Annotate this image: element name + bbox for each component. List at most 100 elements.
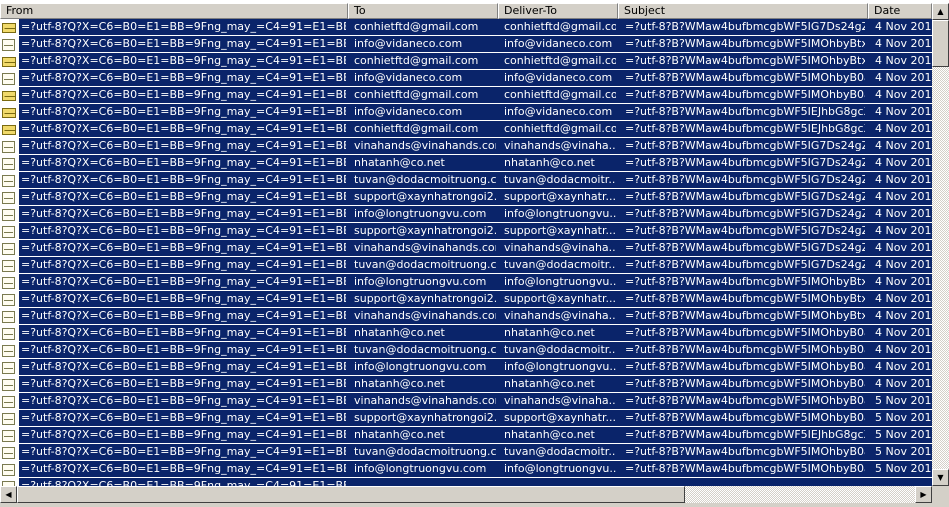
envelope-read-icon [1,191,15,204]
cell-subject: =?utf-8?B?WMaw4bufbmcgbWF5IMOhbyBtxrB... [625,309,865,322]
cell-subject: =?utf-8?B?WMaw4bufbmcgbWF5IMOhbyB0aH... [625,360,865,373]
cell-to: info@longtruongvu.com [354,275,487,288]
message-row[interactable]: =?utf-8?Q?X=C6=B0=E1=BB=9Fng_may_=C4=91=… [0,325,932,342]
message-row[interactable]: =?utf-8?Q?X=C6=B0=E1=BB=9Fng_may_=C4=91=… [0,393,932,410]
envelope-read-icon [1,208,15,221]
vertical-scroll-thumb[interactable] [932,20,949,67]
cell-from: =?utf-8?Q?X=C6=B0=E1=BB=9Fng_may_=C4=91=… [21,377,346,390]
column-header-deliver-to[interactable]: Deliver-To [498,3,618,19]
cell-to: conhietftd@gmail.com [354,88,479,101]
cell-deliver-to: info@longtruongvu... [504,360,616,373]
cell-to: vinahands@vinahands.com [354,139,496,152]
arrow-left-icon: ◀ [5,490,12,499]
cell-from: =?utf-8?Q?X=C6=B0=E1=BB=9Fng_may_=C4=91=… [21,326,346,339]
cell-date: 4 Nov 2015 [875,326,932,339]
message-row[interactable]: =?utf-8?Q?X=C6=B0=E1=BB=9Fng_may_=C4=91=… [0,189,932,206]
cell-deliver-to: nhatanh@co.net [504,377,595,390]
cell-deliver-to: nhatanh@co.net [504,326,595,339]
cell-from: =?utf-8?Q?X=C6=B0=E1=BB=9Fng_may_=C4=91=… [21,394,346,407]
cell-deliver-to: info@vidaneco.com [504,37,613,50]
message-row[interactable]: =?utf-8?Q?X=C6=B0=E1=BB=9Fng_may_=C4=91=… [0,444,932,461]
envelope-read-icon [1,140,15,153]
cell-to: vinahands@vinahands.com [354,241,496,254]
message-row[interactable]: =?utf-8?Q?X=C6=B0=E1=BB=9Fng_may_=C4=91=… [0,376,932,393]
message-row[interactable]: =?utf-8?Q?X=C6=B0=E1=BB=9Fng_may_=C4=91=… [0,172,932,189]
message-row[interactable]: =?utf-8?Q?X=C6=B0=E1=BB=9Fng_may_=C4=91=… [0,223,932,240]
message-row[interactable]: =?utf-8?Q?X=C6=B0=E1=BB=9Fng_may_=C4=91=… [0,359,932,376]
column-header-subject[interactable]: Subject [618,3,868,19]
message-row[interactable]: =?utf-8?Q?X=C6=B0=E1=BB=9Fng_may_=C4=91=… [0,342,932,359]
cell-to: support@xaynhatrongoi2... [354,411,496,424]
envelope-read-icon [1,225,15,238]
arrow-right-icon: ▶ [920,490,927,499]
message-row[interactable]: =?utf-8?Q?X=C6=B0=E1=BB=9Fng_may_=C4=91=… [0,121,932,138]
column-header-from[interactable]: From [0,3,348,19]
message-row[interactable]: =?utf-8?Q?X=C6=B0=E1=BB=9Fng_may_=C4=91=… [0,155,932,172]
cell-date: 4 Nov 2015 [875,292,932,305]
cell-to: nhatanh@co.net [354,156,445,169]
message-row[interactable]: =?utf-8?Q?X=C6=B0=E1=BB=9Fng_may_=C4=91=… [0,19,932,36]
cell-date: 4 Nov 2015 [875,37,932,50]
cell-subject: =?utf-8?B?WMaw4bufbmcgbWF5IG7Ds24gZH... [625,241,865,254]
cell-date: 4 Nov 2015 [875,258,932,271]
cell-to: conhietftd@gmail.com [354,20,479,33]
cell-subject: =?utf-8?B?WMaw4bufbmcgbWF5IG7Ds24gZH... [625,207,865,220]
message-row[interactable]: =?utf-8?Q?X=C6=B0=E1=BB=9Fng_may_=C4=91=… [0,240,932,257]
cell-from: =?utf-8?Q?X=C6=B0=E1=BB=9Fng_may_=C4=91=… [21,139,346,152]
envelope-read-icon [1,344,15,357]
column-header-date[interactable]: Date [868,3,932,19]
cell-to: info@longtruongvu.com [354,462,487,475]
envelope-unread-icon [1,21,16,33]
arrow-down-icon: ▼ [937,473,944,482]
cell-subject [625,479,865,486]
message-row[interactable]: =?utf-8?Q?X=C6=B0=E1=BB=9Fng_may_=C4=91=… [0,87,932,104]
cell-deliver-to: info@vidaneco.com [504,105,613,118]
cell-deliver-to: info@longtruongvu... [504,275,616,288]
cell-deliver-to: conhietftd@gmail.com [504,122,616,135]
message-row[interactable]: =?utf-8?Q?X=C6=B0=E1=BB=9Fng_may_=C4=91=… [0,478,932,486]
envelope-unread-icon [1,89,16,101]
cell-to: nhatanh@co.net [354,377,445,390]
message-row[interactable]: =?utf-8?Q?X=C6=B0=E1=BB=9Fng_may_=C4=91=… [0,308,932,325]
message-row[interactable]: =?utf-8?Q?X=C6=B0=E1=BB=9Fng_may_=C4=91=… [0,274,932,291]
message-row[interactable]: =?utf-8?Q?X=C6=B0=E1=BB=9Fng_may_=C4=91=… [0,291,932,308]
message-row[interactable]: =?utf-8?Q?X=C6=B0=E1=BB=9Fng_may_=C4=91=… [0,70,932,87]
message-row[interactable]: =?utf-8?Q?X=C6=B0=E1=BB=9Fng_may_=C4=91=… [0,206,932,223]
cell-to: nhatanh@co.net [354,326,445,339]
cell-subject: =?utf-8?B?WMaw4bufbmcgbWF5IEJhbG8gcXX... [625,428,865,441]
horizontal-scroll-thumb[interactable] [17,486,685,503]
message-row[interactable]: =?utf-8?Q?X=C6=B0=E1=BB=9Fng_may_=C4=91=… [0,427,932,444]
cell-from: =?utf-8?Q?X=C6=B0=E1=BB=9Fng_may_=C4=91=… [21,445,346,458]
cell-subject: =?utf-8?B?WMaw4bufbmcgbWF5IEJhbG8gcXX... [625,105,865,118]
cell-from: =?utf-8?Q?X=C6=B0=E1=BB=9Fng_may_=C4=91=… [21,156,346,169]
cell-deliver-to: info@longtruongvu... [504,462,616,475]
scroll-left-button[interactable]: ◀ [0,486,17,503]
cell-to: info@vidaneco.com [354,37,463,50]
message-row[interactable]: =?utf-8?Q?X=C6=B0=E1=BB=9Fng_may_=C4=91=… [0,138,932,155]
column-header-to[interactable]: To [348,3,498,19]
message-row[interactable]: =?utf-8?Q?X=C6=B0=E1=BB=9Fng_may_=C4=91=… [0,53,932,70]
cell-deliver-to: info@longtruongvu... [504,207,616,220]
horizontal-scrollbar[interactable]: ◀ ▶ [0,486,932,503]
cell-deliver-to: nhatanh@co.net [504,428,595,441]
envelope-read-icon [1,327,15,340]
cell-date: 5 Nov 2015 [875,411,932,424]
vertical-scrollbar[interactable]: ▲ ▼ [932,3,949,486]
cell-to: info@vidaneco.com [354,105,463,118]
message-row[interactable]: =?utf-8?Q?X=C6=B0=E1=BB=9Fng_may_=C4=91=… [0,257,932,274]
scroll-down-button[interactable]: ▼ [932,469,949,486]
cell-subject: =?utf-8?B?WMaw4bufbmcgbWF5IMOhbyB0aH... [625,394,865,407]
message-row[interactable]: =?utf-8?Q?X=C6=B0=E1=BB=9Fng_may_=C4=91=… [0,36,932,53]
message-row[interactable]: =?utf-8?Q?X=C6=B0=E1=BB=9Fng_may_=C4=91=… [0,410,932,427]
message-row[interactable]: =?utf-8?Q?X=C6=B0=E1=BB=9Fng_may_=C4=91=… [0,104,932,121]
message-list: =?utf-8?Q?X=C6=B0=E1=BB=9Fng_may_=C4=91=… [0,19,932,486]
cell-date: 4 Nov 2015 [875,105,932,118]
cell-date: 4 Nov 2015 [875,377,932,390]
cell-to: tuvan@dodacmoitruong.com [354,445,496,458]
scroll-up-button[interactable]: ▲ [932,3,949,20]
message-row[interactable]: =?utf-8?Q?X=C6=B0=E1=BB=9Fng_may_=C4=91=… [0,461,932,478]
envelope-read-icon [1,395,15,408]
scroll-right-button[interactable]: ▶ [915,486,932,503]
cell-to [354,479,496,486]
cell-from: =?utf-8?Q?X=C6=B0=E1=BB=9Fng_may_=C4=91=… [21,88,346,101]
